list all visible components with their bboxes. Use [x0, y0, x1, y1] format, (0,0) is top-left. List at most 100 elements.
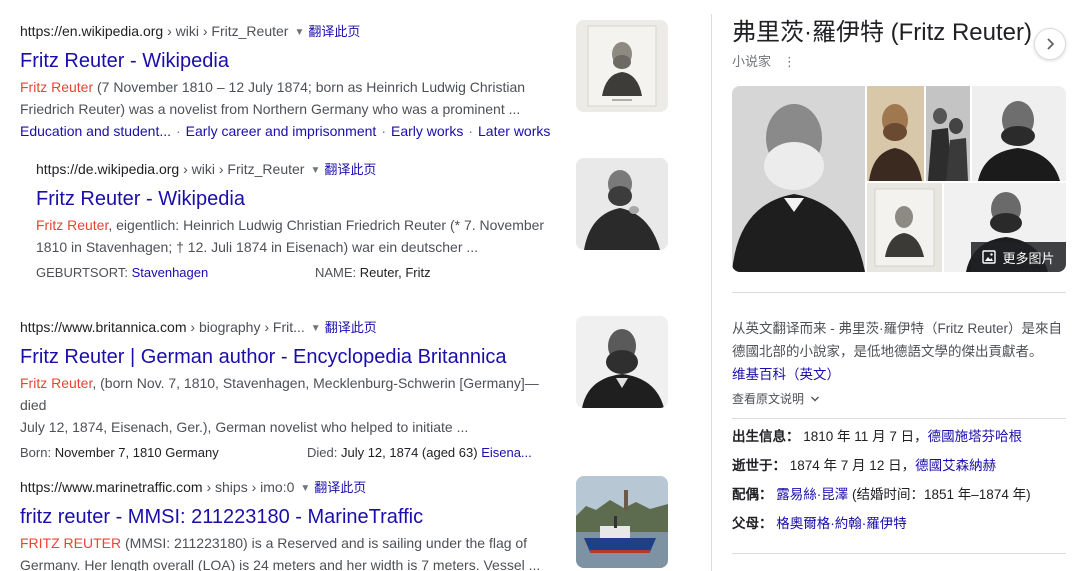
sitelink[interactable]: Later works [478, 123, 550, 139]
view-original-label: 查看原文说明 [732, 392, 805, 406]
kp-born-row: 出生信息： 1810 年 11 月 7 日，德國施塔芬哈根 [732, 427, 1022, 447]
kp-parents-row: 父母： 格奧爾格·約翰·羅伊特 [732, 514, 907, 534]
result-domain[interactable]: https://www.britannica.com [20, 319, 187, 335]
dropdown-triangle-icon[interactable]: ▼ [311, 323, 321, 334]
result-domain[interactable]: https://en.wikipedia.org [20, 23, 163, 39]
result-domain[interactable]: https://www.marinetraffic.com [20, 479, 203, 495]
kp-spouse-detail: (结婚时间：1851 年–1874 年) [848, 487, 1031, 502]
snippet-highlight: Fritz Reuter [20, 79, 94, 95]
result-snippet: Fritz Reuter (7 November 1810 – 12 July … [20, 76, 560, 120]
search-result-wikipedia-de: https://de.wikipedia.org › wiki › Fritz_… [36, 159, 556, 284]
result-breadcrumb: › wiki › Fritz_Reuter [179, 161, 305, 177]
kp-divider [732, 292, 1066, 293]
result-title[interactable]: Fritz Reuter - Wikipedia [36, 186, 556, 212]
panel-divider [711, 14, 712, 571]
kp-born-place[interactable]: 德國施塔芬哈根 [928, 429, 1023, 444]
snippet-highlight: Fritz Reuter [20, 375, 93, 391]
kp-died-row: 逝世于： 1874 年 7 月 12 日，德國艾森納赫 [732, 456, 996, 476]
fact-birthplace: GEBURTSORT: Stavenhagen [36, 262, 208, 284]
kp-spouse-row: 配偶： 露易絲·昆澤 (结婚时间：1851 年–1874 年) [732, 485, 1031, 505]
more-vert-icon[interactable]: ⋮ [783, 54, 796, 69]
fact-label: GEBURTSORT: [36, 265, 132, 280]
snippet-highlight: FRITZ REUTER [20, 535, 122, 551]
translate-link[interactable]: 翻译此页 [324, 162, 376, 177]
result-thumbnail[interactable] [576, 20, 668, 112]
result-facts: GEBURTSORT: Stavenhagen NAME: Reuter, Fr… [36, 262, 556, 284]
gallery-image[interactable] [867, 86, 924, 181]
result-title[interactable]: fritz reuter - MMSI: 211223180 - MarineT… [20, 504, 560, 530]
translate-link[interactable]: 翻译此页 [308, 24, 360, 39]
portrait-image [732, 86, 865, 272]
image-gallery[interactable]: 更多图片 [732, 86, 1066, 272]
result-thumbnail[interactable] [576, 158, 668, 250]
more-images-button[interactable]: 更多图片 [971, 242, 1066, 272]
fact-label: Died: [307, 445, 341, 460]
group-photo-image [926, 86, 970, 181]
snippet-text: , eigentlich: Heinrich Ludwig Christian … [108, 217, 545, 233]
translate-link[interactable]: 翻译此页 [325, 320, 377, 335]
dropdown-triangle-icon[interactable]: ▼ [310, 165, 320, 176]
separator-dot: · [468, 123, 474, 139]
kp-title: 弗里茨·羅伊特 (Fritz Reuter) [732, 19, 1032, 46]
snippet-text: , (born Nov. 7, 1810, Stavenhagen, Meckl… [20, 375, 539, 413]
sitelink[interactable]: Early career and imprisonment [186, 123, 377, 139]
kp-description-text: 从英文翻译而来 - 弗里茨·羅伊特（Fritz Reuter）是來自德國北部的小… [732, 321, 1063, 359]
kp-description-source[interactable]: 维基百科（英文） [732, 367, 840, 382]
result-url[interactable]: https://en.wikipedia.org › wiki › Fritz_… [20, 21, 560, 44]
next-button[interactable] [1034, 28, 1066, 60]
chevron-down-icon [811, 396, 820, 402]
fact-born: Born: November 7, 1810 Germany [20, 442, 219, 464]
portrait-thumbnail-image [576, 20, 668, 112]
fact-died: Died: July 12, 1874 (aged 63) Eisena... [307, 442, 532, 464]
result-thumbnail[interactable] [576, 476, 668, 568]
portrait-thumbnail-image [576, 316, 668, 408]
sitelink[interactable]: Early works [391, 123, 463, 139]
result-breadcrumb: › ships › imo:0 [202, 479, 295, 495]
result-url[interactable]: https://www.marinetraffic.com › ships › … [20, 477, 560, 500]
view-original-toggle[interactable]: 查看原文说明 [732, 390, 820, 407]
kp-died-place[interactable]: 德國艾森納赫 [915, 458, 996, 473]
snippet-text: (MMSI: 211223180) is a Reserved and is s… [121, 535, 528, 551]
kp-spouse-name[interactable]: 露易絲·昆澤 [776, 487, 848, 502]
kp-born-label: 出生信息： [732, 429, 800, 444]
fact-label: Born: [20, 445, 55, 460]
kp-divider [732, 418, 1066, 419]
more-images-label: 更多图片 [1002, 250, 1055, 266]
kp-subtitle: 小说家 [732, 54, 772, 69]
result-facts: Born: November 7, 1810 Germany Died: Jul… [20, 442, 565, 464]
fact-link[interactable]: Stavenhagen [132, 265, 209, 280]
chevron-right-icon [1047, 38, 1055, 50]
result-snippet: Fritz Reuter, (born Nov. 7, 1810, Staven… [20, 372, 560, 438]
search-result-wikipedia-en: https://en.wikipedia.org › wiki › Fritz_… [20, 21, 560, 142]
snippet-text: (7 November 1810 – 12 July 1874; born as… [93, 79, 526, 95]
result-url[interactable]: https://de.wikipedia.org › wiki › Fritz_… [36, 159, 556, 182]
kp-subtitle-row: 小说家 ⋮ [732, 51, 796, 70]
sitelink[interactable]: Education and student... [20, 123, 171, 139]
kp-born-value: 1810 年 11 月 7 日， [803, 429, 928, 444]
ship-thumbnail-image [576, 476, 668, 568]
gallery-image[interactable] [972, 86, 1066, 181]
dropdown-triangle-icon[interactable]: ▼ [300, 483, 310, 494]
kp-parents-label: 父母： [732, 516, 773, 531]
result-title[interactable]: Fritz Reuter | German author - Encyclope… [20, 344, 565, 370]
fact-name: NAME: Reuter, Fritz [315, 262, 431, 284]
result-domain[interactable]: https://de.wikipedia.org [36, 161, 179, 177]
fact-value: July 12, 1874 (aged 63) [340, 445, 482, 460]
fact-link[interactable]: Eisena... [481, 445, 532, 460]
result-thumbnail[interactable] [576, 316, 668, 408]
snippet-highlight: Fritz Reuter [36, 217, 109, 233]
gallery-image-main[interactable] [732, 86, 865, 272]
portrait-thumbnail-image [576, 158, 668, 250]
dropdown-triangle-icon[interactable]: ▼ [294, 27, 304, 38]
gallery-image[interactable] [926, 86, 970, 181]
result-snippet: FRITZ REUTER (MMSI: 211223180) is a Rese… [20, 532, 560, 571]
snippet-text: 1810 in Stavenhagen; † 12. Juli 1874 in … [36, 239, 479, 255]
translate-link[interactable]: 翻译此页 [314, 480, 366, 495]
snippet-text: July 12, 1874, Eisenach, Ger.), German n… [20, 419, 469, 435]
result-url[interactable]: https://www.britannica.com › biography ›… [20, 317, 565, 340]
kp-parent-link[interactable]: 格奧爾格·約翰·羅伊特 [776, 516, 907, 531]
kp-spouse-label: 配偶： [732, 487, 773, 502]
gallery-image[interactable] [867, 183, 942, 272]
result-title[interactable]: Fritz Reuter - Wikipedia [20, 48, 560, 74]
portrait-image [972, 86, 1066, 181]
